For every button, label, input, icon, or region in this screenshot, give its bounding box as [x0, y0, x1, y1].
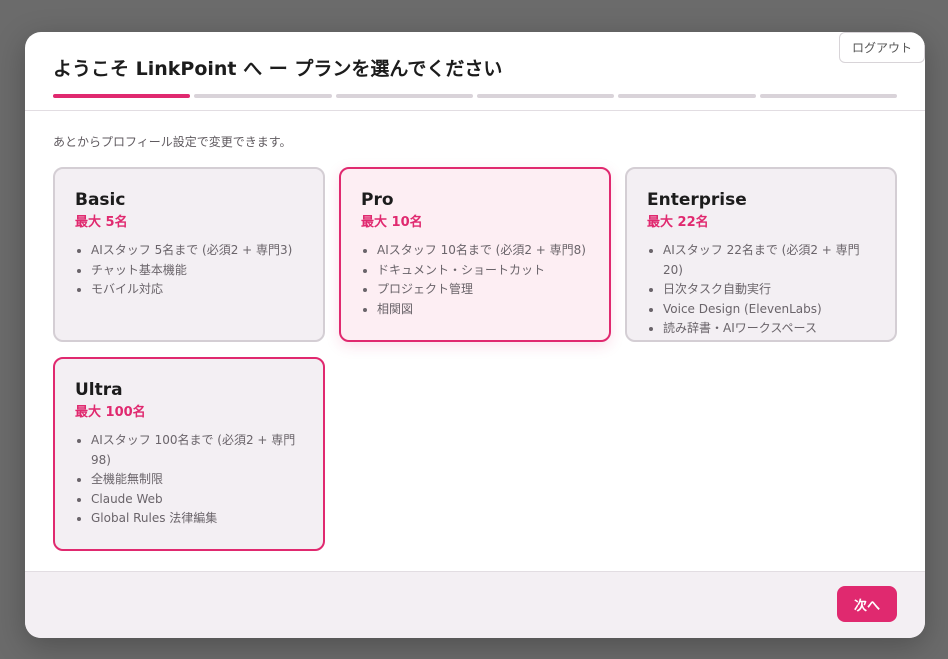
- plan-features: AIスタッフ 5名まで (必須2 + 専門3) チャット基本機能 モバイル対応: [75, 241, 303, 300]
- step-indicator-5: [618, 94, 756, 98]
- plan-feature: プロジェクト管理: [377, 280, 589, 300]
- plan-feature: Voice Design (ElevenLabs): [663, 300, 875, 320]
- page-title: ようこそ LinkPoint へ ー プランを選んでください: [53, 58, 503, 80]
- plan-feature: 全機能無制限: [91, 470, 303, 490]
- plan-card-pro[interactable]: Pro 最大 10名 AIスタッフ 10名まで (必須2 + 専門8) ドキュメ…: [339, 167, 611, 342]
- step-indicator-2: [194, 94, 332, 98]
- plan-card-basic[interactable]: Basic 最大 5名 AIスタッフ 5名まで (必須2 + 専門3) チャット…: [53, 167, 325, 342]
- plan-feature: Claude Web: [91, 490, 303, 510]
- plan-name: Enterprise: [647, 190, 747, 210]
- plan-feature: 相関図: [377, 300, 589, 320]
- plan-card-enterprise[interactable]: Enterprise 最大 22名 AIスタッフ 22名まで (必須2 + 専門…: [625, 167, 897, 342]
- logout-button[interactable]: ログアウト: [838, 32, 925, 63]
- plan-features: AIスタッフ 22名まで (必須2 + 専門20) 日次タスク自動実行 Voic…: [647, 241, 875, 339]
- plan-selection-modal: ようこそ LinkPoint へ ー プランを選んでください ログアウト あとか…: [25, 32, 925, 638]
- plan-feature: Global Rules 法律編集: [91, 509, 303, 529]
- step-indicator-6: [759, 94, 897, 98]
- plan-features: AIスタッフ 10名まで (必須2 + 専門8) ドキュメント・ショートカット …: [361, 241, 589, 319]
- plan-feature: AIスタッフ 100名まで (必須2 + 専門98): [91, 431, 303, 470]
- step-progress: [53, 94, 897, 98]
- plan-name: Basic: [75, 190, 126, 210]
- plan-limit: 最大 22名: [647, 215, 709, 230]
- plan-name: Pro: [361, 190, 394, 210]
- plan-feature: 日次タスク自動実行: [663, 280, 875, 300]
- step-indicator-3: [335, 94, 473, 98]
- plan-limit: 最大 5名: [75, 215, 128, 230]
- step-indicator-4: [476, 94, 615, 98]
- plan-limit: 最大 100名: [75, 405, 146, 420]
- plan-card-ultra[interactable]: Ultra 最大 100名 AIスタッフ 100名まで (必須2 + 専門98)…: [53, 357, 325, 551]
- plan-name: Ultra: [75, 380, 123, 400]
- subtitle: あとからプロフィール設定で変更できます。: [53, 135, 292, 149]
- plan-feature: AIスタッフ 5名まで (必須2 + 専門3): [91, 241, 303, 261]
- modal-header: ようこそ LinkPoint へ ー プランを選んでください: [25, 32, 925, 111]
- plan-feature: AIスタッフ 10名まで (必須2 + 専門8): [377, 241, 589, 261]
- plan-feature: AIスタッフ 22名まで (必須2 + 専門20): [663, 241, 875, 280]
- plan-limit: 最大 10名: [361, 215, 423, 230]
- next-button[interactable]: 次へ: [837, 586, 897, 622]
- step-indicator-1: [53, 94, 191, 98]
- modal-footer: 次へ: [25, 571, 925, 638]
- plan-feature: モバイル対応: [91, 280, 303, 300]
- plan-feature: ドキュメント・ショートカット: [377, 261, 589, 281]
- plan-feature: 読み辞書・AIワークスペース: [663, 319, 875, 339]
- plan-feature: チャット基本機能: [91, 261, 303, 281]
- plan-features: AIスタッフ 100名まで (必須2 + 専門98) 全機能無制限 Claude…: [75, 431, 303, 529]
